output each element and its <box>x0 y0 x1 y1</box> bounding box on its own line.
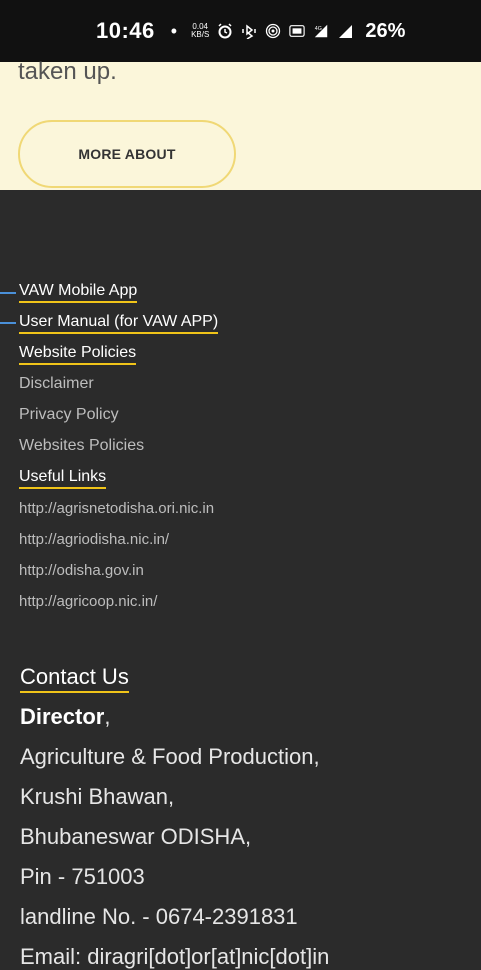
vibrate-bluetooth-icon <box>241 23 257 39</box>
about-text: taken up. <box>18 58 117 85</box>
url-agricoop-link[interactable]: http://agricoop.nic.in/ <box>19 593 157 610</box>
about-section: taken up. MORE ABOUT <box>0 58 481 190</box>
vaw-mobile-app-link[interactable]: VAW Mobile App <box>19 282 138 303</box>
more-about-button[interactable]: MORE ABOUT <box>18 120 236 188</box>
contact-director: Director, <box>20 704 110 730</box>
contact-line: Krushi Bhawan, <box>20 784 175 809</box>
status-dot: • <box>170 20 178 41</box>
arrow-indicator <box>0 292 16 294</box>
volte-icon <box>289 23 306 39</box>
alarm-icon <box>217 23 233 39</box>
contact-pin: Pin - 751003 <box>20 864 145 889</box>
status-time: 10:46 <box>96 18 155 43</box>
contact-us-link[interactable]: Contact Us <box>20 664 129 693</box>
network-speed-unit: KB/S <box>191 30 210 39</box>
website-policies-link[interactable]: Website Policies <box>19 344 137 365</box>
contact-landline: landline No. - 0674-2391831 <box>20 904 298 929</box>
hotspot-icon <box>265 23 281 39</box>
4g-signal-icon: 4G <box>313 23 329 39</box>
status-bar: 10:46 • 0.04 KB/S 4G 26% <box>0 0 481 62</box>
disclaimer-link[interactable]: Disclaimer <box>19 375 94 393</box>
svg-text:4G: 4G <box>315 26 322 32</box>
contact-line: Bhubaneswar ODISHA, <box>20 824 252 849</box>
director-suffix: , <box>104 704 111 729</box>
arrow-indicator <box>0 322 16 324</box>
director-label: Director <box>20 704 105 729</box>
network-speed: 0.04 KB/S <box>191 23 209 39</box>
websites-policies-link[interactable]: Websites Policies <box>19 437 144 455</box>
contact-email: Email: diragri[dot]or[at]nic[dot]in <box>20 944 330 969</box>
useful-links-heading[interactable]: Useful Links <box>19 468 107 489</box>
url-odisha-gov-link[interactable]: http://odisha.gov.in <box>19 562 144 579</box>
user-manual-link[interactable]: User Manual (for VAW APP) <box>19 313 219 334</box>
url-agriodisha-link[interactable]: http://agriodisha.nic.in/ <box>19 531 169 548</box>
battery-percent: 26% <box>365 19 406 42</box>
url-agrisnetodisha-link[interactable]: http://agrisnetodisha.ori.nic.in <box>19 500 214 517</box>
privacy-policy-link[interactable]: Privacy Policy <box>19 406 119 424</box>
contact-line: Agriculture & Food Production, <box>20 744 320 769</box>
signal-icon <box>337 23 353 39</box>
